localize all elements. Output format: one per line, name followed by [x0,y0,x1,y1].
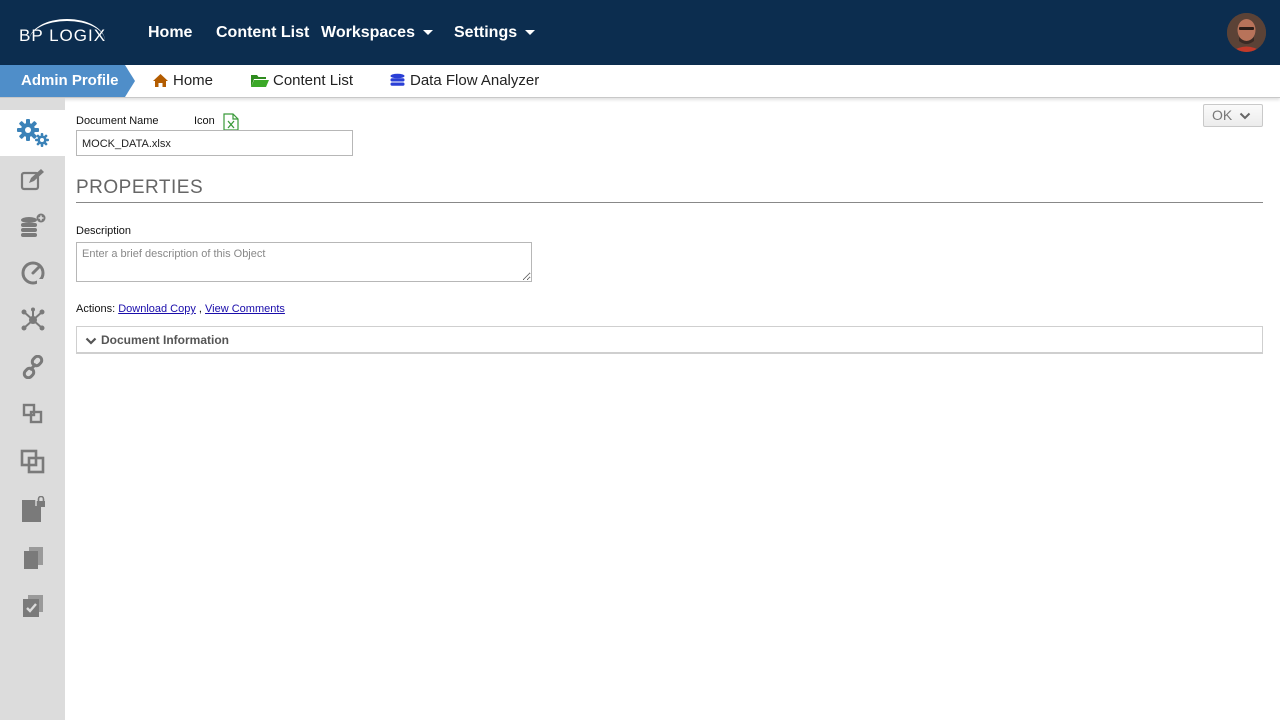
nav-content-list[interactable]: Content List [216,24,309,42]
home-icon [153,74,168,87]
network-icon [21,307,44,331]
document-name-label: Document Name [76,115,159,127]
nav-settings[interactable]: Settings [454,24,536,42]
database-add-icon [20,213,45,237]
document-information-label: Document Information [101,333,229,347]
breadcrumb: Admin Profile Home Content List Data Flo… [0,65,1280,98]
sidebar-item-tasks[interactable] [0,583,65,629]
caret-down-icon [525,30,536,36]
breadcrumb-home-label: Home [173,72,214,89]
link-icon [22,355,43,379]
gears-icon [16,119,49,147]
dashboard-gauge-icon [21,261,45,285]
sidebar-item-data-sources[interactable] [0,203,65,249]
sidebar-item-properties[interactable] [0,110,65,156]
icon-label: Icon [194,115,215,127]
section-divider [76,202,1263,203]
ok-dropdown-button[interactable]: OK [1203,104,1263,127]
sidebar-item-performance[interactable] [0,250,65,296]
chevron-down-icon [1239,112,1251,120]
sidebar-item-edit[interactable] [0,157,65,203]
view-comments-link[interactable]: View Comments [205,303,285,315]
breadcrumb-content-list[interactable]: Content List [250,65,353,97]
sidebar-item-links[interactable] [0,344,65,390]
document-name-field[interactable]: MOCK_DATA.xlsx [76,130,353,156]
breadcrumb-home[interactable]: Home [152,65,213,97]
user-avatar[interactable] [1227,13,1266,52]
file-lock-icon [21,496,45,522]
actions-label: Actions: [76,303,116,315]
sidebar-item-shapes[interactable] [0,391,65,437]
breadcrumb-data-flow-analyzer[interactable]: Data Flow Analyzer [389,65,539,97]
description-label: Description [76,225,132,237]
user-avatar-image [1227,13,1266,52]
sidebar-item-versions[interactable] [0,535,65,581]
document-information-panel[interactable]: Document Information [76,326,1263,354]
folder-open-icon [251,75,269,87]
database-icon [390,73,405,86]
checklist-icon [22,595,43,617]
chevron-down-icon [85,337,97,345]
sidebar-item-dependencies[interactable] [0,297,65,343]
nav-workspaces-label: Workspaces [321,24,415,41]
shapes-icon [22,403,42,424]
bp-logix-logo[interactable]: BP LOGIX [19,18,109,48]
breadcrumb-admin-profile[interactable]: Admin Profile [0,65,135,97]
description-input[interactable] [76,242,532,282]
download-copy-link[interactable]: Download Copy [118,303,196,315]
nav-settings-label: Settings [454,24,518,41]
properties-section-title: PROPERTIES [76,177,204,198]
breadcrumb-data-flow-analyzer-label: Data Flow Analyzer [410,72,540,89]
logo-text: BP LOGIX [19,26,107,45]
nav-home[interactable]: Home [148,24,192,42]
copy-boxes-icon [20,449,44,474]
sidebar [0,98,65,720]
nav-workspaces[interactable]: Workspaces [321,24,433,42]
top-navigation-bar: BP LOGIX Home Content List Workspaces Se… [0,0,1280,65]
excel-file-icon [223,113,239,131]
documents-icon [23,547,43,569]
ok-button-label: OK [1212,107,1233,123]
sidebar-item-copies[interactable] [0,439,65,485]
actions-row: Actions: Download Copy , View Comments [76,303,285,315]
sidebar-item-permissions[interactable] [0,487,65,533]
actions-separator: , [195,303,206,315]
edit-icon [20,169,44,191]
caret-down-icon [422,30,433,36]
breadcrumb-content-list-label: Content List [273,72,354,89]
